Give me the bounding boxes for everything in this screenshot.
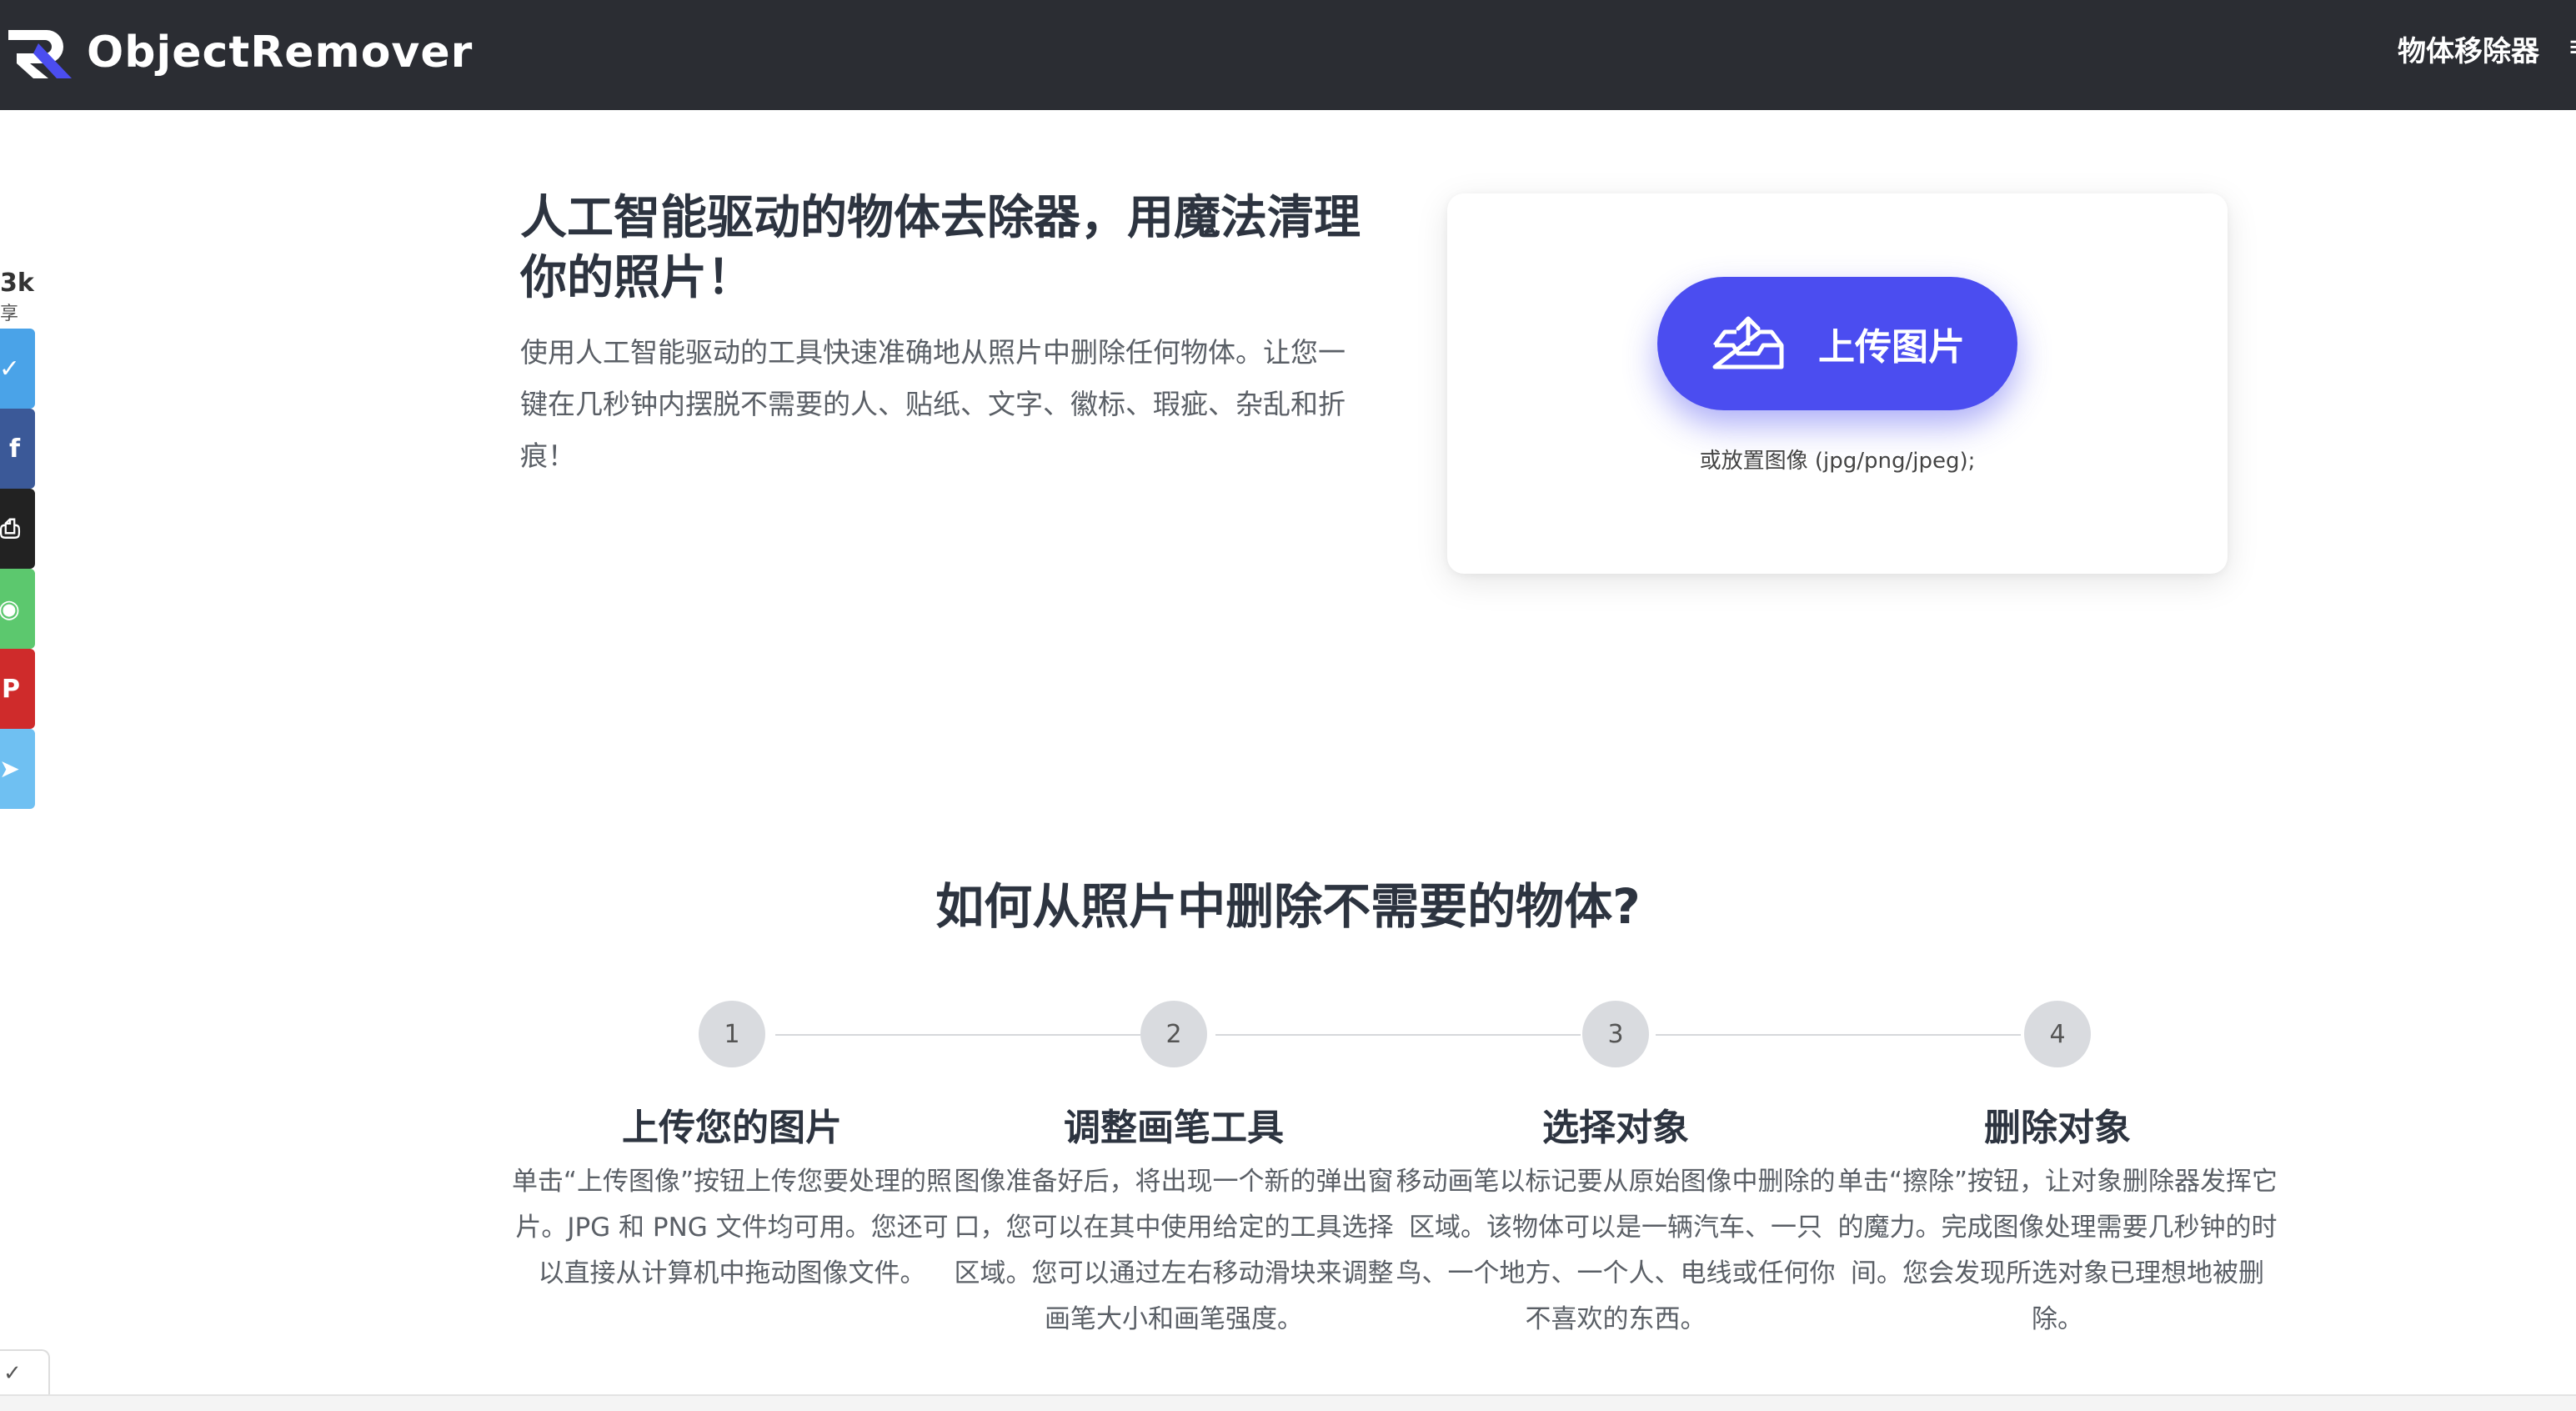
hero-description: 使用人工智能驱动的工具快速准确地从照片中删除任何物体。让您一键在几秒钟内摆脱不需…	[520, 336, 1346, 472]
step-desc-4: 单击“擦除”按钮，让对象删除器发挥它的魔力。完成图像处理需要几秒钟的时间。您会发…	[1837, 1167, 2278, 1334]
step-title-1: 上传您的图片	[622, 1107, 842, 1149]
step-desc-1: 单击“上传图像”按钮上传您要处理的照片。JPG 和 PNG 文件均可用。您还可以…	[511, 1167, 953, 1288]
step-connector	[775, 1034, 1140, 1036]
upload-hint: 或放置图像 (jpg/png/jpeg);	[1699, 449, 1976, 474]
step-number-2: 2	[1140, 1001, 1207, 1067]
step-connector	[1215, 1034, 1581, 1036]
step-desc-2: 图像准备好后，将出现一个新的弹出窗口，您可以在其中使用给定的工具选择区域。您可以…	[954, 1167, 1394, 1334]
menu-icon[interactable]: ≡	[2568, 30, 2576, 63]
logo-icon	[8, 30, 72, 78]
share-label: 享	[0, 304, 19, 324]
step-connector	[1656, 1034, 2021, 1036]
hero-title: 人工智能驱动的物体去除器，用魔法清理你的照片！	[520, 191, 1361, 305]
print-icon: ⎙	[0, 514, 20, 544]
check-icon: ✓	[3, 1361, 22, 1386]
logo-text: ObjectRemover	[87, 28, 474, 78]
share-telegram-button[interactable]: ➤	[0, 729, 35, 809]
step-number-4: 4	[2024, 1001, 2091, 1067]
step-title-4: 删除对象	[1984, 1107, 2131, 1149]
step-desc-3: 移动画笔以标记要从原始图像中删除的区域。该物体可以是一辆汽车、一只鸟、一个地方、…	[1396, 1167, 1836, 1334]
step-number-3: 3	[1582, 1001, 1649, 1067]
bottom-bar	[0, 1394, 2576, 1411]
logo[interactable]: ObjectRemover	[5, 23, 473, 82]
twitter-icon: ✓	[0, 354, 20, 384]
share-whatsapp-button[interactable]: ◉	[0, 569, 35, 649]
share-twitter-button[interactable]: ✓	[0, 329, 35, 409]
upload-image-button[interactable]: 上传图片	[1657, 277, 2017, 410]
step-title-3: 选择对象	[1542, 1107, 1689, 1149]
telegram-icon: ➤	[0, 754, 20, 784]
step-title-2: 调整画笔工具	[1064, 1107, 1284, 1149]
nav-object-remover[interactable]: 物体移除器	[2398, 28, 2539, 69]
whatsapp-icon: ◉	[0, 594, 20, 624]
collapsed-panel-tab[interactable]: ✓	[0, 1349, 50, 1396]
share-pinterest-button[interactable]: P	[0, 649, 35, 729]
top-navbar: ObjectRemover 物体移除器 ≡	[0, 0, 2576, 110]
step-number-1: 1	[699, 1001, 765, 1067]
upload-tray-icon	[1712, 316, 1784, 369]
share-facebook-button[interactable]: f	[0, 409, 35, 489]
upload-button-label: 上传图片	[1818, 326, 1965, 369]
facebook-icon: f	[8, 434, 20, 464]
pinterest-icon: P	[2, 674, 20, 704]
share-count: 3k	[0, 269, 34, 298]
upload-card: 上传图片 或放置图像 (jpg/png/jpeg);	[1447, 193, 2228, 574]
howto-title: 如何从照片中删除不需要的物体?	[935, 878, 1641, 935]
share-print-button[interactable]: ⎙	[0, 489, 35, 569]
